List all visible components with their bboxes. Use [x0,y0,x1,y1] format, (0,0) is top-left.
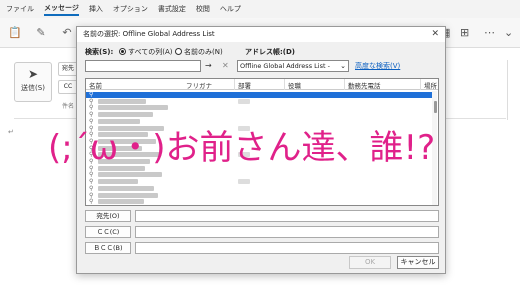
to-button-bg[interactable]: 宛先 [58,62,78,76]
undo-icon[interactable]: ↶ [60,26,74,40]
person-icon: ⚲ [89,191,94,199]
list-item[interactable]: ⚲ [86,199,432,205]
obscured-name [98,105,168,111]
person-icon: ⚲ [89,198,94,206]
column-separator [344,79,345,90]
column-separator [234,79,235,90]
obscured-department [238,98,250,104]
column-department[interactable]: 部署 [238,80,251,90]
person-icon: ⚲ [89,178,94,186]
grid-icon[interactable]: ⊞ [460,26,469,39]
radio-all-columns[interactable]: すべての列(A) [119,47,172,57]
column-name[interactable]: 名前 [89,80,102,90]
bcc-button[interactable]: ＢＣＣ(B) [85,242,131,254]
list-item[interactable]: ⚲ [86,172,432,178]
scrollbar-thumb[interactable] [434,101,437,113]
cc-button[interactable]: ＣＣ(C) [85,226,131,238]
format-painter-icon[interactable]: ✎ [34,26,48,40]
list-item[interactable]: ⚲ [86,112,432,118]
radio-selected-icon [119,48,126,55]
column-phone[interactable]: 勤務先電話 [348,80,381,90]
menu-review[interactable]: 校閲 [196,4,210,14]
list-item[interactable]: ⚲ [86,184,432,192]
radio-unselected-icon [175,48,182,55]
ok-button[interactable]: OK [349,256,391,269]
person-icon: ⚲ [89,91,94,98]
search-options: 検索(S): すべての列(A) 名前のみ(N) アドレス帳:(D) [85,47,437,57]
list-header: 名前 フリガナ 部署 役職 勤務先電話 場所 [86,79,438,90]
menu-bar: ファイル メッセージ 挿入 オプション 書式設定 校閲 ヘルプ [0,0,520,18]
clear-icon[interactable]: ✕ [222,61,229,70]
person-icon: ⚲ [89,184,94,192]
obscured-name [98,112,153,118]
person-icon: ⚲ [89,171,94,179]
bcc-field[interactable] [135,242,439,254]
cancel-button[interactable]: キャンセル [397,256,439,269]
address-book-select[interactable]: Offline Global Address List - ⌄ [237,60,349,72]
send-button[interactable]: ➤ 送信(S) [14,62,52,102]
column-separator [420,79,421,90]
obscured-department [238,179,250,185]
search-input[interactable] [85,60,201,72]
person-icon: ⚲ [89,97,94,105]
obscured-name [98,185,154,191]
cc-field[interactable] [135,226,439,238]
obscured-name [98,98,146,104]
go-arrow-icon[interactable]: → [205,61,212,70]
to-button[interactable]: 宛先(O) [85,210,131,222]
menu-help[interactable]: ヘルプ [220,4,241,14]
column-separator [284,79,285,90]
to-field[interactable] [135,210,439,222]
search-label: 検索(S): [85,48,114,56]
overlay-caption: (;´ω・)お前さん達、誰!? [48,128,436,168]
send-label: 送信(S) [21,84,45,92]
menu-format[interactable]: 書式設定 [158,4,186,14]
person-icon: ⚲ [89,111,94,119]
radio-name-only-label: 名前のみ(N) [184,48,223,56]
more-icon[interactable]: ⋯ [484,26,495,39]
list-item[interactable]: ⚲ [86,105,432,111]
obscured-name [98,192,158,198]
advanced-search-link[interactable]: 高度な検索(V) [355,61,400,71]
address-book-label: アドレス帳:(D) [245,48,296,56]
dialog-title: 名前の選択: Offline Global Address List [83,30,215,38]
radio-name-only[interactable]: 名前のみ(N) [175,47,223,57]
list-item[interactable]: ⚲ [86,92,432,98]
column-title[interactable]: 役職 [288,80,301,90]
obscured-name [98,172,162,178]
chevron-down-icon: ⌄ [340,62,346,70]
person-icon: ⚲ [89,104,94,112]
list-item[interactable]: ⚲ [86,191,432,199]
column-location[interactable]: 場所 [424,80,437,90]
chevron-down-icon[interactable]: ⌄ [504,26,513,39]
send-icon: ➤ [27,67,39,81]
address-book-value: Offline Global Address List - [240,62,330,70]
cc-button-bg[interactable]: CC [58,80,78,94]
subject-label-bg: 件名 [62,103,75,110]
obscured-name [98,179,138,185]
cursor-mark: ↵ [8,128,14,136]
column-furigana[interactable]: フリガナ [186,80,212,90]
obscured-name [98,199,144,205]
radio-all-columns-label: すべての列(A) [128,48,173,56]
dialog-titlebar: 名前の選択: Offline Global Address List ✕ [77,27,445,42]
menu-options[interactable]: オプション [113,4,148,14]
list-item[interactable]: ⚲ [86,179,432,185]
close-icon[interactable]: ✕ [431,27,439,42]
menu-file[interactable]: ファイル [6,4,34,14]
divider [507,60,508,120]
menu-message[interactable]: メッセージ [44,3,79,16]
paste-icon[interactable]: 📋 [8,26,22,40]
list-item[interactable]: ⚲ [86,97,432,105]
menu-insert[interactable]: 挿入 [89,4,103,14]
